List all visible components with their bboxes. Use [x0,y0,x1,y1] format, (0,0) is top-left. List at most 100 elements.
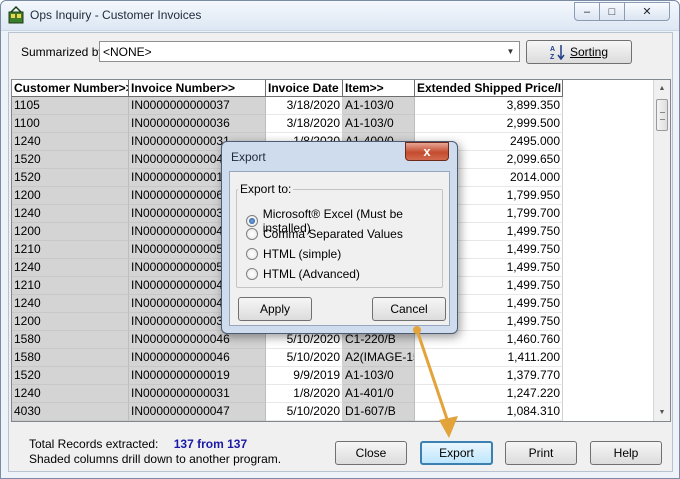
table-cell[interactable]: A2(IMAGE-150 [343,349,415,367]
table-cell[interactable]: 1210 [12,277,129,295]
table-cell[interactable]: 1200 [12,187,129,205]
export-option-html-simple-label: HTML (simple) [263,247,342,261]
total-records-label: Total Records extracted: [29,437,159,451]
table-row[interactable]: 1105 IN0000000000037 3/18/2020 A1-103/0 3,89… [12,97,652,115]
table-cell[interactable]: 1520 [12,151,129,169]
table-cell-filler [563,331,652,349]
title-bar[interactable]: Ops Inquiry - Customer Invoices – □ ✕ [1,1,679,31]
scroll-thumb[interactable] [656,99,668,131]
column-header-customer-number[interactable]: Customer Number>> [12,80,129,97]
apply-button[interactable]: Apply [238,297,312,321]
table-cell[interactable]: 1240 [12,385,129,403]
export-to-label: Export to: [238,182,294,196]
summarized-by-label: Summarized by [21,45,105,59]
table-cell[interactable]: 1200 [12,313,129,331]
export-option-html-simple[interactable]: HTML (simple) [246,247,341,261]
table-cell[interactable]: 1200 [12,223,129,241]
close-window-button[interactable]: ✕ [624,2,670,21]
table-cell: 5/10/2020 [266,403,343,421]
table-cell: 9/9/2019 [266,367,343,385]
export-option-html-advanced[interactable]: HTML (Advanced) [246,267,360,281]
table-row[interactable]: 1240 IN0000000000031 1/8/2020 A1-401/0 1,247… [12,385,652,403]
export-dialog-close-button[interactable]: x [405,142,449,161]
sorting-button[interactable]: A Z Sorting [526,40,632,64]
table-cell[interactable]: 4030 [12,403,129,421]
table-cell[interactable]: IN0000000000019 [129,367,266,385]
chevron-down-icon[interactable]: ▼ [502,42,519,61]
table-cell[interactable]: 1580 [12,331,129,349]
grid-header: Customer Number>> Invoice Number>> Invoi… [12,80,652,97]
table-cell-filler [563,349,652,367]
shaded-columns-note: Shaded columns drill down to another pro… [29,452,282,466]
table-cell[interactable]: 1520 [12,169,129,187]
table-cell[interactable]: 1240 [12,259,129,277]
close-button[interactable]: Close [335,441,407,465]
column-header-invoice-date[interactable]: Invoice Date [266,80,343,97]
close-icon: x [423,144,431,159]
table-cell[interactable]: 1105 [12,97,129,115]
table-cell-filler [563,295,652,313]
table-cell: 5/10/2020 [266,349,343,367]
table-cell[interactable]: 1240 [12,205,129,223]
total-records-value: 137 from 137 [173,437,248,451]
sort-az-icon: A Z [550,45,565,60]
table-cell[interactable]: A1-103/0 [343,97,415,115]
table-cell[interactable]: 1210 [12,241,129,259]
close-icon: ✕ [642,6,652,18]
table-cell[interactable]: IN0000000000037 [129,97,266,115]
table-cell[interactable]: IN0000000000031 [129,385,266,403]
table-row[interactable]: 1100 IN0000000000036 3/18/2020 A1-103/0 2,99… [12,115,652,133]
table-cell-filler [563,241,652,259]
export-button[interactable]: Export [420,441,493,465]
svg-text:A: A [550,46,555,53]
table-cell[interactable]: IN0000000000046 [129,349,266,367]
table-cell-filler [563,205,652,223]
table-cell[interactable]: 1240 [12,295,129,313]
vertical-scrollbar[interactable]: ▲ ▼ [653,80,670,421]
maximize-button[interactable]: □ [599,2,625,21]
export-option-csv[interactable]: Comma Separated Values [246,227,403,241]
column-header-item[interactable]: Item>> [343,80,415,97]
table-cell-filler [563,367,652,385]
table-cell-filler [563,133,652,151]
help-button[interactable]: Help [590,441,662,465]
table-cell-filler [563,169,652,187]
table-cell-filler [563,403,652,421]
radio-excel[interactable] [246,215,258,227]
column-header-extended-shipped-price[interactable]: Extended Shipped Price/I [415,80,563,97]
table-cell[interactable]: 1520 [12,367,129,385]
export-option-html-advanced-label: HTML (Advanced) [263,267,360,281]
table-cell[interactable]: 1580 [12,349,129,367]
table-cell[interactable]: A1-103/0 [343,367,415,385]
print-button[interactable]: Print [505,441,577,465]
table-cell[interactable]: IN0000000000036 [129,115,266,133]
table-cell-filler [563,259,652,277]
table-cell: 3,899.350 [415,97,563,115]
window-title: Ops Inquiry - Customer Invoices [30,8,202,22]
radio-csv[interactable] [246,228,258,240]
table-cell: 1,379.770 [415,367,563,385]
scroll-up-icon[interactable]: ▲ [654,80,670,97]
table-row[interactable]: 4030 IN0000000000047 5/10/2020 D1-607/B 1,08… [12,403,652,421]
minimize-button[interactable]: – [574,2,600,21]
table-cell: 3/18/2020 [266,97,343,115]
table-cell-filler [563,385,652,403]
export-dialog-body: Export to: Microsoft® Excel (Must be ins… [229,171,450,326]
table-row[interactable]: 1520 IN0000000000019 9/9/2019 A1-103/0 1,379… [12,367,652,385]
summarized-by-dropdown[interactable]: <NONE> ▼ [99,41,520,62]
scroll-down-icon[interactable]: ▼ [654,404,670,421]
table-cell[interactable]: 1240 [12,133,129,151]
cancel-button[interactable]: Cancel [372,297,446,321]
radio-html-advanced[interactable] [246,268,258,280]
table-cell-filler [563,313,652,331]
column-header-invoice-number[interactable]: Invoice Number>> [129,80,266,97]
table-cell[interactable]: IN0000000000047 [129,403,266,421]
table-cell[interactable]: D1-607/B [343,403,415,421]
table-cell[interactable]: 1100 [12,115,129,133]
export-dialog: Export x Export to: Microsoft® Excel (Mu… [221,141,458,334]
table-cell-filler [563,151,652,169]
table-row[interactable]: 1580IN00000000000465/10/2020A2(IMAGE-150… [12,349,652,367]
table-cell[interactable]: A1-103/0 [343,115,415,133]
radio-html-simple[interactable] [246,248,258,260]
table-cell[interactable]: A1-401/0 [343,385,415,403]
